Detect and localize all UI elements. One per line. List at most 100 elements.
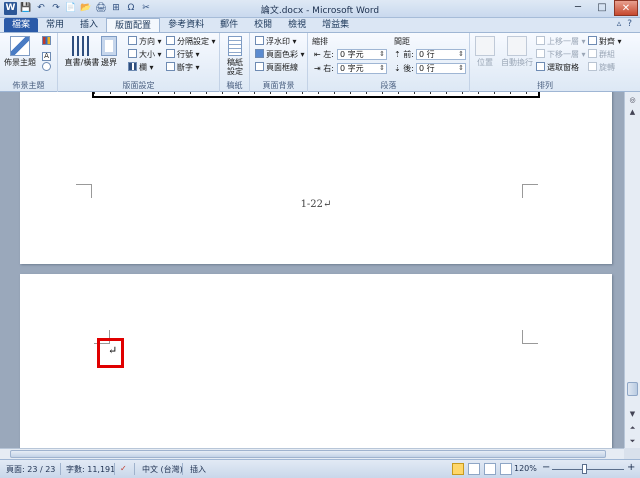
tab-review[interactable]: 校閱 bbox=[246, 18, 280, 32]
page-number: 1-22↵ bbox=[300, 199, 332, 210]
window-controls: ─ □ ✕ bbox=[566, 0, 638, 16]
scroll-thumb[interactable] bbox=[627, 382, 638, 396]
position-icon bbox=[475, 36, 495, 56]
language-status[interactable]: 中文 (台灣) bbox=[142, 464, 183, 475]
window-title: 論文.docx - Microsoft Word bbox=[260, 6, 380, 16]
themes-group: 佈景主題 A 佈景主題 bbox=[0, 33, 58, 92]
tab-references[interactable]: 參考資料 bbox=[160, 18, 212, 32]
line-numbers-button[interactable]: 行號 ▾ bbox=[166, 49, 200, 60]
hyphenation-button[interactable]: 斷字 ▾ bbox=[166, 62, 200, 73]
themes-button[interactable]: 佈景主題 bbox=[2, 36, 38, 67]
page-setup-group: 直書/橫書 邊界 方向 ▾ 大小 ▾ 欄 ▾ 分隔設定 ▾ 行號 ▾ 斷字 ▾ … bbox=[58, 33, 220, 92]
indent-left-label: ⇤ 左: bbox=[314, 50, 334, 59]
insert-mode-status[interactable]: 插入 bbox=[190, 464, 206, 475]
themes-group-label: 佈景主題 bbox=[12, 81, 45, 90]
ruler-toggle-icon[interactable]: ◎ bbox=[626, 94, 639, 106]
close-button[interactable]: ✕ bbox=[614, 0, 638, 16]
word-count-status[interactable]: 字數: 11,191 bbox=[66, 464, 115, 475]
document-area[interactable]: 1-22↵ ↵ bbox=[0, 92, 624, 448]
draft-paper-group-label: 稿紙 bbox=[226, 81, 243, 90]
page-count-status[interactable]: 頁面: 23 / 23 bbox=[6, 464, 55, 475]
horizontal-scrollbar[interactable] bbox=[0, 448, 624, 459]
crop-mark-bottom-left bbox=[76, 184, 92, 198]
spacing-before-label: ⇡ 前: bbox=[394, 50, 414, 59]
tab-mailings[interactable]: 郵件 bbox=[212, 18, 246, 32]
minimize-ribbon-icon[interactable]: ▵ bbox=[617, 19, 622, 29]
web-layout-view-icon[interactable] bbox=[484, 463, 496, 475]
next-page-icon[interactable]: ⏷ bbox=[626, 435, 639, 447]
ribbon-tabs-bar: 檔案 常用 插入 版面配置 參考資料 郵件 校閱 檢視 增益集 ▵ ? bbox=[0, 18, 640, 32]
page-previous[interactable]: 1-22↵ bbox=[20, 92, 612, 264]
wrap-text-button[interactable]: 自動換行 bbox=[500, 36, 534, 67]
margins-button[interactable]: 邊界 bbox=[96, 36, 122, 67]
spacing-header: 間距 bbox=[394, 37, 410, 46]
arrange-group: 位置 自動換行 上移一層 ▾ 下移一層 ▾ 選取窗格 對齊 ▾ 群組 旋轉 排列 bbox=[470, 33, 622, 92]
cursor-highlight: ↵ bbox=[97, 338, 124, 368]
tab-addins[interactable]: 增益集 bbox=[314, 18, 357, 32]
print-layout-view-icon[interactable] bbox=[452, 463, 464, 475]
tab-insert[interactable]: 插入 bbox=[72, 18, 106, 32]
tab-file[interactable]: 檔案 bbox=[4, 18, 39, 32]
themes-icon bbox=[10, 36, 30, 56]
zoom-out-button[interactable]: − bbox=[542, 462, 550, 473]
status-separator bbox=[182, 463, 183, 475]
theme-colors-button[interactable] bbox=[42, 36, 53, 47]
wrap-text-icon bbox=[507, 36, 527, 56]
bring-forward-button[interactable]: 上移一層 ▾ bbox=[536, 36, 586, 47]
text-direction-icon bbox=[72, 36, 92, 56]
zoom-slider-track[interactable] bbox=[552, 469, 624, 470]
indent-right-input[interactable]: 0 字元 bbox=[337, 63, 387, 74]
text-direction-button[interactable]: 直書/橫書 bbox=[64, 36, 100, 67]
title-bar: W 💾 ↶ ↷ 📄 📂 🖨 ⊞ Ω ✂ 論文.docx - Microsoft … bbox=[0, 0, 640, 18]
help-icon[interactable]: ? bbox=[627, 19, 632, 29]
indent-right-label: ⇥ 右: bbox=[314, 64, 334, 73]
status-separator bbox=[60, 463, 61, 475]
zoom-in-button[interactable]: + bbox=[627, 462, 635, 473]
page-borders-button[interactable]: 頁面框線 bbox=[255, 62, 298, 73]
watermark-button[interactable]: 浮水印 ▾ bbox=[255, 36, 297, 47]
draft-paper-group: 稿紙設定 稿紙 bbox=[220, 33, 250, 92]
proofing-icon[interactable]: ✓ bbox=[120, 464, 127, 473]
minimize-button[interactable]: ─ bbox=[566, 0, 590, 16]
page-background-group-label: 頁面背景 bbox=[262, 81, 295, 90]
previous-page-icon[interactable]: ⏶ bbox=[626, 422, 639, 434]
zoom-slider-thumb[interactable] bbox=[582, 464, 587, 474]
page-current[interactable]: ↵ bbox=[20, 274, 612, 448]
page-color-button[interactable]: 頁面色彩 ▾ bbox=[255, 49, 305, 60]
align-button[interactable]: 對齊 ▾ bbox=[588, 36, 622, 47]
table-bottom-edge bbox=[92, 92, 540, 98]
position-button[interactable]: 位置 bbox=[470, 36, 500, 67]
zoom-level[interactable]: 120% bbox=[514, 464, 537, 473]
selection-pane-button[interactable]: 選取窗格 bbox=[536, 62, 579, 73]
size-button[interactable]: 大小 ▾ bbox=[128, 49, 162, 60]
full-screen-reading-view-icon[interactable] bbox=[468, 463, 480, 475]
rotate-button[interactable]: 旋轉 bbox=[588, 62, 615, 73]
draft-paper-button[interactable]: 稿紙設定 bbox=[220, 36, 250, 76]
theme-effects-button[interactable] bbox=[42, 62, 53, 73]
ribbon: 佈景主題 A 佈景主題 直書/橫書 邊界 方向 ▾ 大小 ▾ 欄 ▾ 分隔設定 … bbox=[0, 32, 640, 92]
spacing-after-input[interactable]: 0 行 bbox=[416, 63, 466, 74]
orientation-button[interactable]: 方向 ▾ bbox=[128, 36, 162, 47]
scroll-up-arrow[interactable]: ▲ bbox=[626, 106, 639, 118]
group-button[interactable]: 群組 bbox=[588, 49, 615, 60]
indent-left-input[interactable]: 0 字元 bbox=[337, 49, 387, 60]
tab-home[interactable]: 常用 bbox=[38, 18, 72, 32]
outline-view-icon[interactable] bbox=[500, 463, 512, 475]
horizontal-scroll-thumb[interactable] bbox=[10, 450, 606, 458]
status-bar: 頁面: 23 / 23 字數: 11,191 ✓ 中文 (台灣) 插入 120%… bbox=[0, 459, 640, 478]
indent-header: 縮排 bbox=[312, 37, 328, 46]
maximize-button[interactable]: □ bbox=[590, 0, 614, 16]
status-separator bbox=[114, 463, 115, 475]
scroll-down-arrow[interactable]: ▼ bbox=[626, 408, 639, 420]
margins-icon bbox=[101, 36, 117, 56]
columns-button[interactable]: 欄 ▾ bbox=[128, 62, 154, 73]
status-separator bbox=[134, 463, 135, 475]
spacing-before-input[interactable]: 0 行 bbox=[416, 49, 466, 60]
breaks-button[interactable]: 分隔設定 ▾ bbox=[166, 36, 216, 47]
theme-fonts-button[interactable]: A bbox=[42, 49, 53, 61]
paragraph-group-label: 段落 bbox=[380, 81, 397, 90]
tab-page-layout[interactable]: 版面配置 bbox=[106, 18, 161, 32]
send-backward-button[interactable]: 下移一層 ▾ bbox=[536, 49, 586, 60]
vertical-scrollbar[interactable]: ◎ ▲ ▼ ⏶ ⏷ bbox=[624, 92, 640, 448]
tab-view[interactable]: 檢視 bbox=[280, 18, 314, 32]
